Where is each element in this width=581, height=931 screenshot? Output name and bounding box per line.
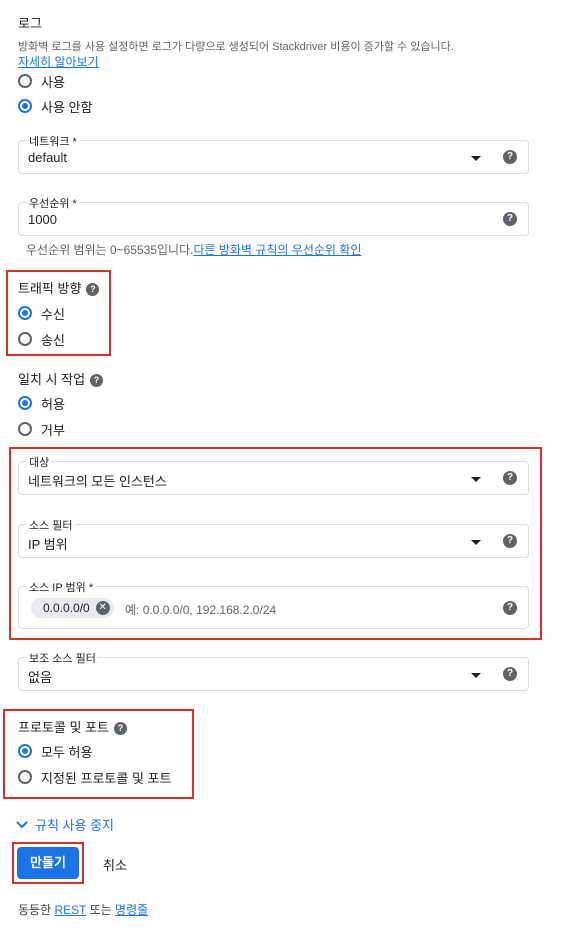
action-option-deny[interactable]: 거부 — [18, 419, 65, 439]
priority-label: 우선순위 * — [27, 195, 79, 211]
help-icon[interactable]: ? — [503, 534, 517, 548]
radio-checked-icon — [18, 306, 32, 320]
help-icon[interactable]: ? — [503, 667, 517, 681]
priority-hint: 우선순위 범위는 0~65535입니다.다른 방화벽 규칙의 우선순위 확인 — [26, 243, 362, 257]
priority-hint-link[interactable]: 다른 방화벽 규칙의 우선순위 확인 — [193, 243, 361, 257]
source-ip-ranges-input[interactable]: 소스 IP 범위 * 0.0.0.0/0 ✕ 예: 0.0.0.0/0, 192… — [18, 579, 529, 629]
direction-option-ingress[interactable]: 수신 — [18, 303, 65, 323]
action-title: 일치 시 작업? — [18, 369, 104, 388]
action-option-allow[interactable]: 허용 — [18, 393, 65, 413]
network-label: 네트워크 * — [27, 133, 79, 149]
ip-range-chip[interactable]: 0.0.0.0/0 ✕ — [31, 598, 114, 618]
second-source-label: 보조 소스 필터 — [27, 650, 98, 666]
dropdown-caret-icon — [471, 673, 481, 678]
targets-value: 네트워크의 모든 인스턴스 — [28, 474, 167, 489]
chip-remove-icon[interactable]: ✕ — [95, 601, 110, 615]
source-filter-value: IP 범위 — [28, 537, 68, 552]
direction-title: 트래픽 방향? — [18, 278, 100, 297]
logs-title: 로그 — [18, 16, 42, 31]
help-icon[interactable]: ? — [503, 601, 517, 615]
network-value: default — [28, 150, 68, 165]
direction-option-egress[interactable]: 송신 — [18, 329, 65, 349]
radio-checked-icon — [18, 396, 32, 410]
protocols-option-allow-all[interactable]: 모두 허용 — [18, 741, 92, 761]
network-select[interactable]: 네트워크 * default ? — [18, 133, 529, 174]
footer: 동등한 REST 또는 명령줄 — [18, 903, 149, 917]
source-ip-label: 소스 IP 범위 * — [27, 579, 96, 595]
radio-icon — [18, 422, 32, 436]
dropdown-caret-icon — [471, 156, 481, 161]
disable-rule-toggle[interactable]: 규칙 사용 중지 — [15, 815, 114, 834]
help-icon[interactable]: ? — [90, 374, 104, 388]
source-filter-select[interactable]: 소스 필터 IP 범위 ? — [18, 517, 529, 558]
cancel-button[interactable]: 취소 — [103, 855, 127, 874]
help-icon[interactable]: ? — [503, 471, 517, 485]
protocols-option-specified[interactable]: 지정된 프로토콜 및 포트 — [18, 767, 171, 787]
learn-more-link[interactable]: 자세히 알아보기 — [18, 53, 99, 70]
help-icon[interactable]: ? — [503, 212, 517, 226]
logs-option-off[interactable]: 사용 안함 — [18, 96, 92, 116]
help-icon[interactable]: ? — [503, 150, 517, 164]
logs-description: 방화벽 로그를 사용 설정하면 로그가 다량으로 생성되어 Stackdrive… — [18, 41, 454, 53]
create-button[interactable]: 만들기 — [17, 847, 79, 879]
targets-select[interactable]: 대상 네트워크의 모든 인스턴스 ? — [18, 454, 529, 495]
source-filter-label: 소스 필터 — [27, 517, 75, 533]
rest-link[interactable]: REST — [54, 903, 86, 917]
help-icon[interactable]: ? — [86, 283, 100, 297]
radio-icon — [18, 74, 32, 88]
chevron-down-icon — [16, 820, 28, 828]
radio-icon — [18, 770, 32, 784]
radio-icon — [18, 332, 32, 346]
dropdown-caret-icon — [471, 540, 481, 545]
second-source-value: 없음 — [28, 670, 52, 685]
priority-input[interactable]: 우선순위 * 1000 ? — [18, 195, 529, 236]
targets-label: 대상 — [27, 454, 52, 470]
command-line-link[interactable]: 명령줄 — [115, 903, 148, 917]
radio-checked-icon — [18, 744, 32, 758]
dropdown-caret-icon — [471, 477, 481, 482]
protocols-title: 프로토콜 및 포트? — [18, 717, 127, 736]
priority-value: 1000 — [28, 212, 57, 227]
radio-checked-icon — [18, 99, 32, 113]
second-source-filter-select[interactable]: 보조 소스 필터 없음 ? — [18, 650, 529, 691]
help-icon[interactable]: ? — [113, 722, 127, 736]
source-ip-placeholder: 예: 0.0.0.0/0, 192.168.2.0/24 — [125, 603, 277, 617]
logs-option-on[interactable]: 사용 — [18, 71, 65, 91]
